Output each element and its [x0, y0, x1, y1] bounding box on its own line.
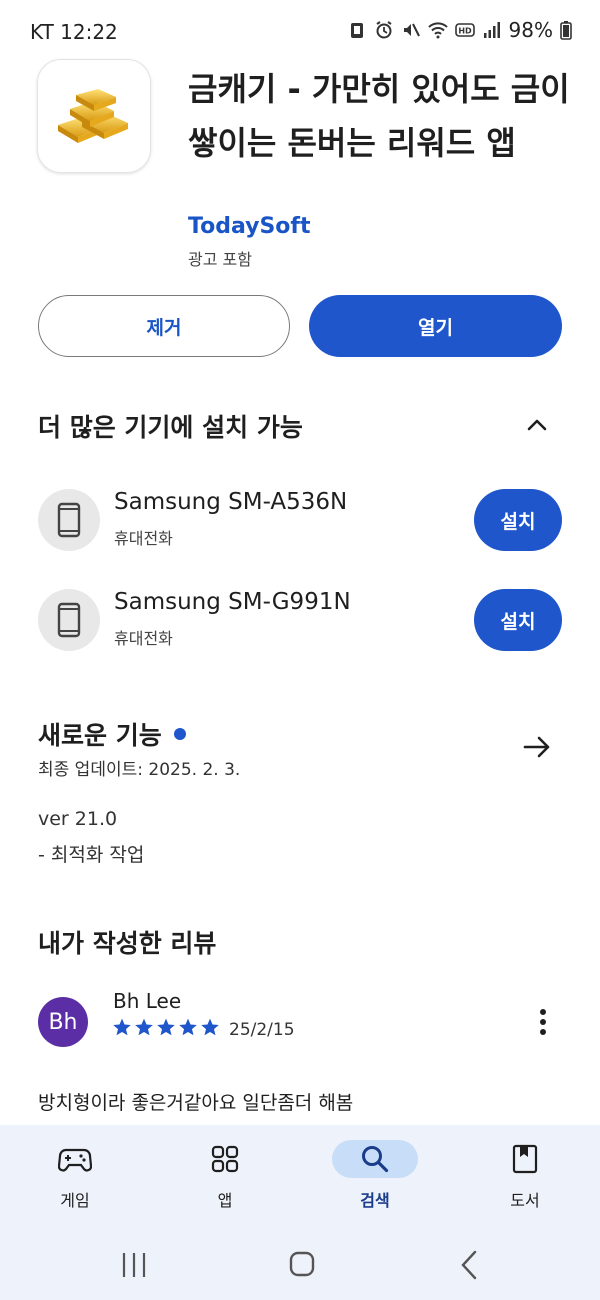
star-icon — [157, 1018, 175, 1036]
device-row: Samsung SM-G991N 휴대전화 설치 — [38, 589, 562, 651]
ads-label: 광고 포함 — [188, 250, 252, 269]
device-avatar — [38, 589, 100, 651]
star-icon — [179, 1018, 197, 1036]
phone-icon — [57, 502, 81, 538]
nav-item-books[interactable]: 도서 — [450, 1125, 600, 1230]
nav-label: 앱 — [217, 1191, 233, 1210]
gold-bars-icon — [58, 89, 128, 143]
mute-icon — [403, 23, 420, 37]
review-text: 방치형이라 좋은거같아요 일단좀더 해봄 — [38, 1092, 354, 1114]
back-icon[interactable] — [450, 1248, 490, 1282]
open-button[interactable]: 열기 — [309, 295, 562, 357]
bottom-navigation: 게임 앱 검색 도서 — [0, 1125, 600, 1230]
nav-label: 도서 — [510, 1191, 540, 1210]
arrow-right-icon[interactable] — [520, 730, 554, 764]
system-navigation-bar — [0, 1230, 600, 1300]
app-title: 금캐기 - 가만히 있어도 금이 쌓이는 돈버는 리워드 앱 — [188, 70, 570, 162]
recents-icon[interactable] — [114, 1248, 154, 1282]
data-saver-icon — [350, 23, 363, 38]
whats-new-title[interactable]: 새로운 기능 — [38, 716, 186, 752]
nav-pill — [182, 1140, 268, 1178]
nav-pill-active — [332, 1140, 418, 1178]
svg-text:HD: HD — [458, 27, 472, 36]
star-icon — [113, 1018, 131, 1036]
phone-icon — [57, 602, 81, 638]
device-name: Samsung SM-G991N — [114, 589, 351, 615]
carrier-time: KT 12:22 — [30, 20, 118, 44]
wifi-icon — [427, 22, 448, 39]
device-name: Samsung SM-A536N — [114, 489, 348, 515]
nav-pill — [32, 1140, 118, 1178]
device-type: 휴대전화 — [114, 529, 173, 548]
devices-section-title: 더 많은 기기에 설치 가능 — [38, 413, 303, 442]
battery-icon — [560, 21, 572, 40]
status-bar: KT 12:22 HD 98% — [0, 0, 600, 62]
more-vert-icon[interactable] — [530, 1006, 556, 1038]
signal-icon — [483, 22, 500, 38]
battery-percent: 98% — [508, 18, 553, 42]
star-icon — [135, 1018, 153, 1036]
star-rating — [112, 1017, 220, 1037]
device-row: Samsung SM-A536N 휴대전화 설치 — [38, 489, 562, 551]
device-avatar — [38, 489, 100, 551]
alarm-icon — [375, 21, 392, 39]
nav-pill — [482, 1140, 568, 1178]
review-date: 25/2/15 — [229, 1020, 295, 1040]
nav-label: 게임 — [60, 1191, 90, 1210]
app-icon — [37, 59, 151, 173]
remove-button[interactable]: 제거 — [38, 295, 290, 357]
gamepad-icon — [58, 1148, 92, 1172]
star-icon — [201, 1018, 219, 1036]
search-icon — [362, 1146, 389, 1173]
developer-link[interactable]: TodaySoft — [188, 214, 311, 239]
nav-item-games[interactable]: 게임 — [0, 1125, 150, 1230]
release-note-line: ver 21.0 — [38, 808, 118, 830]
reviewer-name: Bh Lee — [113, 989, 182, 1013]
nav-label: 검색 — [360, 1191, 390, 1210]
whats-new-label: 새로운 기능 — [38, 721, 162, 750]
release-note-line: - 최적화 작업 — [38, 844, 145, 866]
install-button[interactable]: 설치 — [474, 489, 562, 551]
nav-item-search[interactable]: 검색 — [300, 1125, 450, 1230]
last-updated: 최종 업데이트: 2025. 2. 3. — [38, 760, 241, 780]
my-review-title: 내가 작성한 리뷰 — [38, 929, 217, 958]
new-indicator-dot — [173, 728, 186, 740]
home-icon[interactable] — [282, 1248, 322, 1282]
apps-grid-icon — [211, 1145, 239, 1173]
hd-voice-icon: HD — [454, 23, 475, 37]
device-type: 휴대전화 — [114, 629, 173, 648]
nav-item-apps[interactable]: 앱 — [150, 1125, 300, 1230]
bookmark-book-icon — [512, 1144, 538, 1174]
avatar: Bh — [38, 997, 88, 1047]
chevron-up-icon[interactable] — [522, 410, 552, 440]
install-button[interactable]: 설치 — [474, 589, 562, 651]
status-icons: HD 98% — [347, 18, 572, 42]
